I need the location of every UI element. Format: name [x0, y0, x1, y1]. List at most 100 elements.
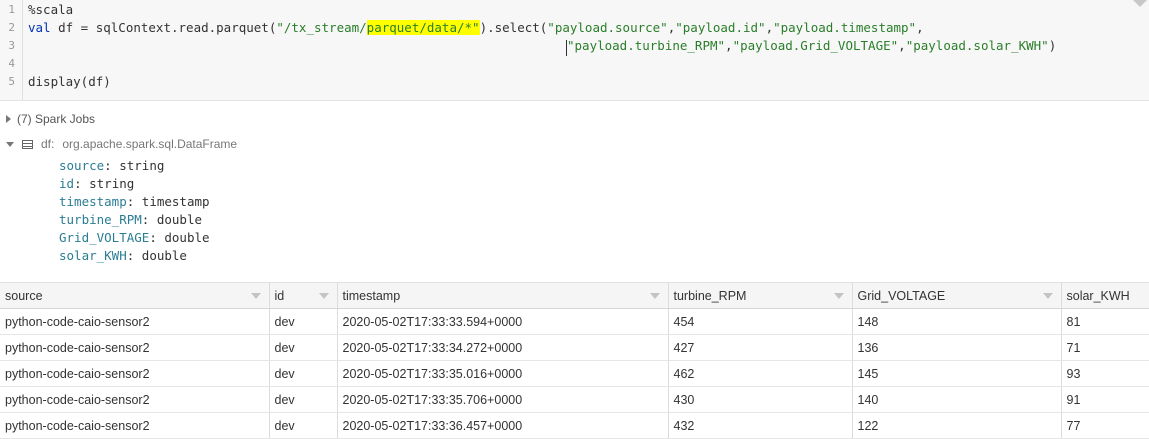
table-cell: 81	[1061, 308, 1149, 335]
line-number: 3	[8, 39, 15, 52]
dataframe-schema-toggle[interactable]: df: org.apache.spark.sql.DataFrame	[6, 137, 237, 151]
column-header-solar-kwh[interactable]: solar_KWH	[1061, 282, 1149, 309]
table-cell: 2020-05-02T17:33:33.594+0000	[337, 308, 669, 335]
schema-field: id: string	[59, 176, 135, 191]
line-number: 1	[8, 3, 15, 16]
column-header-label: id	[274, 288, 285, 303]
column-header-id[interactable]: id	[269, 282, 338, 309]
table-cell: dev	[269, 360, 338, 387]
schema-field: solar_KWH: double	[59, 248, 187, 263]
column-header-label: source	[5, 288, 43, 303]
schema-field-type: timestamp	[134, 194, 210, 209]
table-cell: 454	[668, 308, 853, 335]
schema-field-type: double	[134, 248, 187, 263]
table-cell: 71	[1061, 334, 1149, 361]
string-literal: "payload.solar_KWH"	[905, 38, 1049, 53]
string-literal: "payload.id"	[675, 20, 766, 35]
schema-field-name: source	[59, 158, 105, 173]
column-header-turbine-rpm[interactable]: turbine_RPM	[668, 282, 853, 309]
table-cell: 148	[852, 308, 1062, 335]
column-header-label: turbine_RPM	[673, 288, 747, 303]
table-cell: 427	[668, 334, 853, 361]
line-number: 4	[8, 57, 15, 70]
schema-field: timestamp: timestamp	[59, 194, 210, 209]
schema-field-name: solar_KWH	[59, 248, 127, 263]
code-segment: )	[1048, 38, 1057, 53]
string-literal: "/tx_stream/	[276, 20, 367, 35]
sort-caret-icon[interactable]	[318, 293, 329, 299]
code-segment: ,	[916, 20, 924, 35]
table-cell: 430	[668, 386, 853, 413]
sort-caret-icon[interactable]	[250, 293, 261, 299]
table-cell: python-code-caio-sensor2	[0, 334, 270, 361]
schema-field-name: Grid_VOLTAGE	[59, 230, 150, 245]
table-cell: 2020-05-02T17:33:34.272+0000	[337, 334, 669, 361]
code-line-5[interactable]: display(df)	[28, 73, 111, 91]
sort-caret-icon[interactable]	[833, 293, 844, 299]
table-cell: 136	[852, 334, 1062, 361]
column-header-source[interactable]: source	[0, 282, 270, 309]
table-cell: dev	[269, 386, 338, 413]
table-cell: 145	[852, 360, 1062, 387]
collapse-arrow-icon	[6, 141, 14, 147]
table-row: python-code-caio-sensor2 dev 2020-05-02T…	[0, 386, 1149, 413]
line-number: 2	[8, 21, 15, 34]
schema-field-name: timestamp	[59, 194, 127, 209]
text-cursor	[566, 40, 567, 56]
schema-field-type: double	[156, 230, 210, 245]
table-cell: 93	[1061, 360, 1149, 387]
schema-field-name: turbine_RPM	[59, 212, 142, 227]
column-header-label: solar_KWH	[1066, 288, 1130, 303]
table-cell: 2020-05-02T17:33:35.016+0000	[337, 360, 669, 387]
dataframe-schema: source: string id: string timestamp: tim…	[59, 157, 210, 265]
code-line-2[interactable]: val df = sqlContext.read.parquet("/tx_st…	[28, 19, 924, 37]
dataframe-type: org.apache.spark.sql.DataFrame	[62, 137, 238, 151]
table-cell: 77	[1061, 412, 1149, 439]
code-editor[interactable]: 1 2 3 4 5 %scala val df = sqlContext.rea…	[0, 0, 1149, 101]
table-cell: python-code-caio-sensor2	[0, 308, 270, 335]
table-icon	[22, 139, 33, 149]
table-cell: 2020-05-02T17:33:35.706+0000	[337, 386, 669, 413]
line-number-gutter: 1 2 3 4 5	[0, 0, 23, 100]
schema-field-name: id	[59, 176, 75, 191]
string-literal: "payload.source"	[547, 20, 668, 35]
string-literal: "payload.Grid_VOLTAGE"	[732, 38, 899, 53]
schema-field: Grid_VOLTAGE: double	[59, 230, 210, 245]
table-row: python-code-caio-sensor2 dev 2020-05-02T…	[0, 360, 1149, 387]
column-header-grid-voltage[interactable]: Grid_VOLTAGE	[852, 282, 1062, 309]
table-row: python-code-caio-sensor2 dev 2020-05-02T…	[0, 308, 1149, 335]
schema-field: source: string	[59, 158, 165, 173]
code-line-3[interactable]: "payload.turbine_RPM","payload.Grid_VOLT…	[567, 37, 1056, 55]
table-cell: dev	[269, 308, 338, 335]
table-cell: 462	[668, 360, 853, 387]
table-cell: 91	[1061, 386, 1149, 413]
table-cell: python-code-caio-sensor2	[0, 360, 270, 387]
line-number: 5	[8, 75, 15, 88]
schema-field-type: string	[81, 176, 135, 191]
table-row: python-code-caio-sensor2 dev 2020-05-02T…	[0, 334, 1149, 361]
results-table: source id timestamp turbine_RPM Grid_VOL…	[0, 282, 1149, 439]
cell-menu-caret-icon[interactable]	[1133, 0, 1147, 7]
table-row: python-code-caio-sensor2 dev 2020-05-02T…	[0, 412, 1149, 439]
code-line-1[interactable]: %scala	[28, 1, 73, 19]
code-segment: ).select(	[479, 20, 548, 35]
sort-caret-icon[interactable]	[1042, 293, 1053, 299]
schema-field-type: string	[111, 158, 165, 173]
column-header-label: Grid_VOLTAGE	[857, 288, 946, 303]
table-cell: python-code-caio-sensor2	[0, 386, 270, 413]
code-segment: df = sqlContext.read.parquet(	[50, 20, 277, 35]
table-cell: dev	[269, 412, 338, 439]
table-cell: dev	[269, 334, 338, 361]
table-cell: python-code-caio-sensor2	[0, 412, 270, 439]
spark-jobs-toggle[interactable]: (7) Spark Jobs	[6, 112, 95, 126]
schema-field: turbine_RPM: double	[59, 212, 203, 227]
keyword-val: val	[28, 20, 51, 35]
column-header-timestamp[interactable]: timestamp	[337, 282, 669, 309]
spark-jobs-label: (7) Spark Jobs	[17, 112, 96, 126]
string-literal: "payload.timestamp"	[773, 20, 917, 35]
expand-arrow-icon	[6, 115, 11, 123]
sort-caret-icon[interactable]	[649, 293, 660, 299]
schema-field-type: double	[149, 212, 203, 227]
dataframe-name: df:	[41, 137, 55, 151]
table-cell: 2020-05-02T17:33:36.457+0000	[337, 412, 669, 439]
